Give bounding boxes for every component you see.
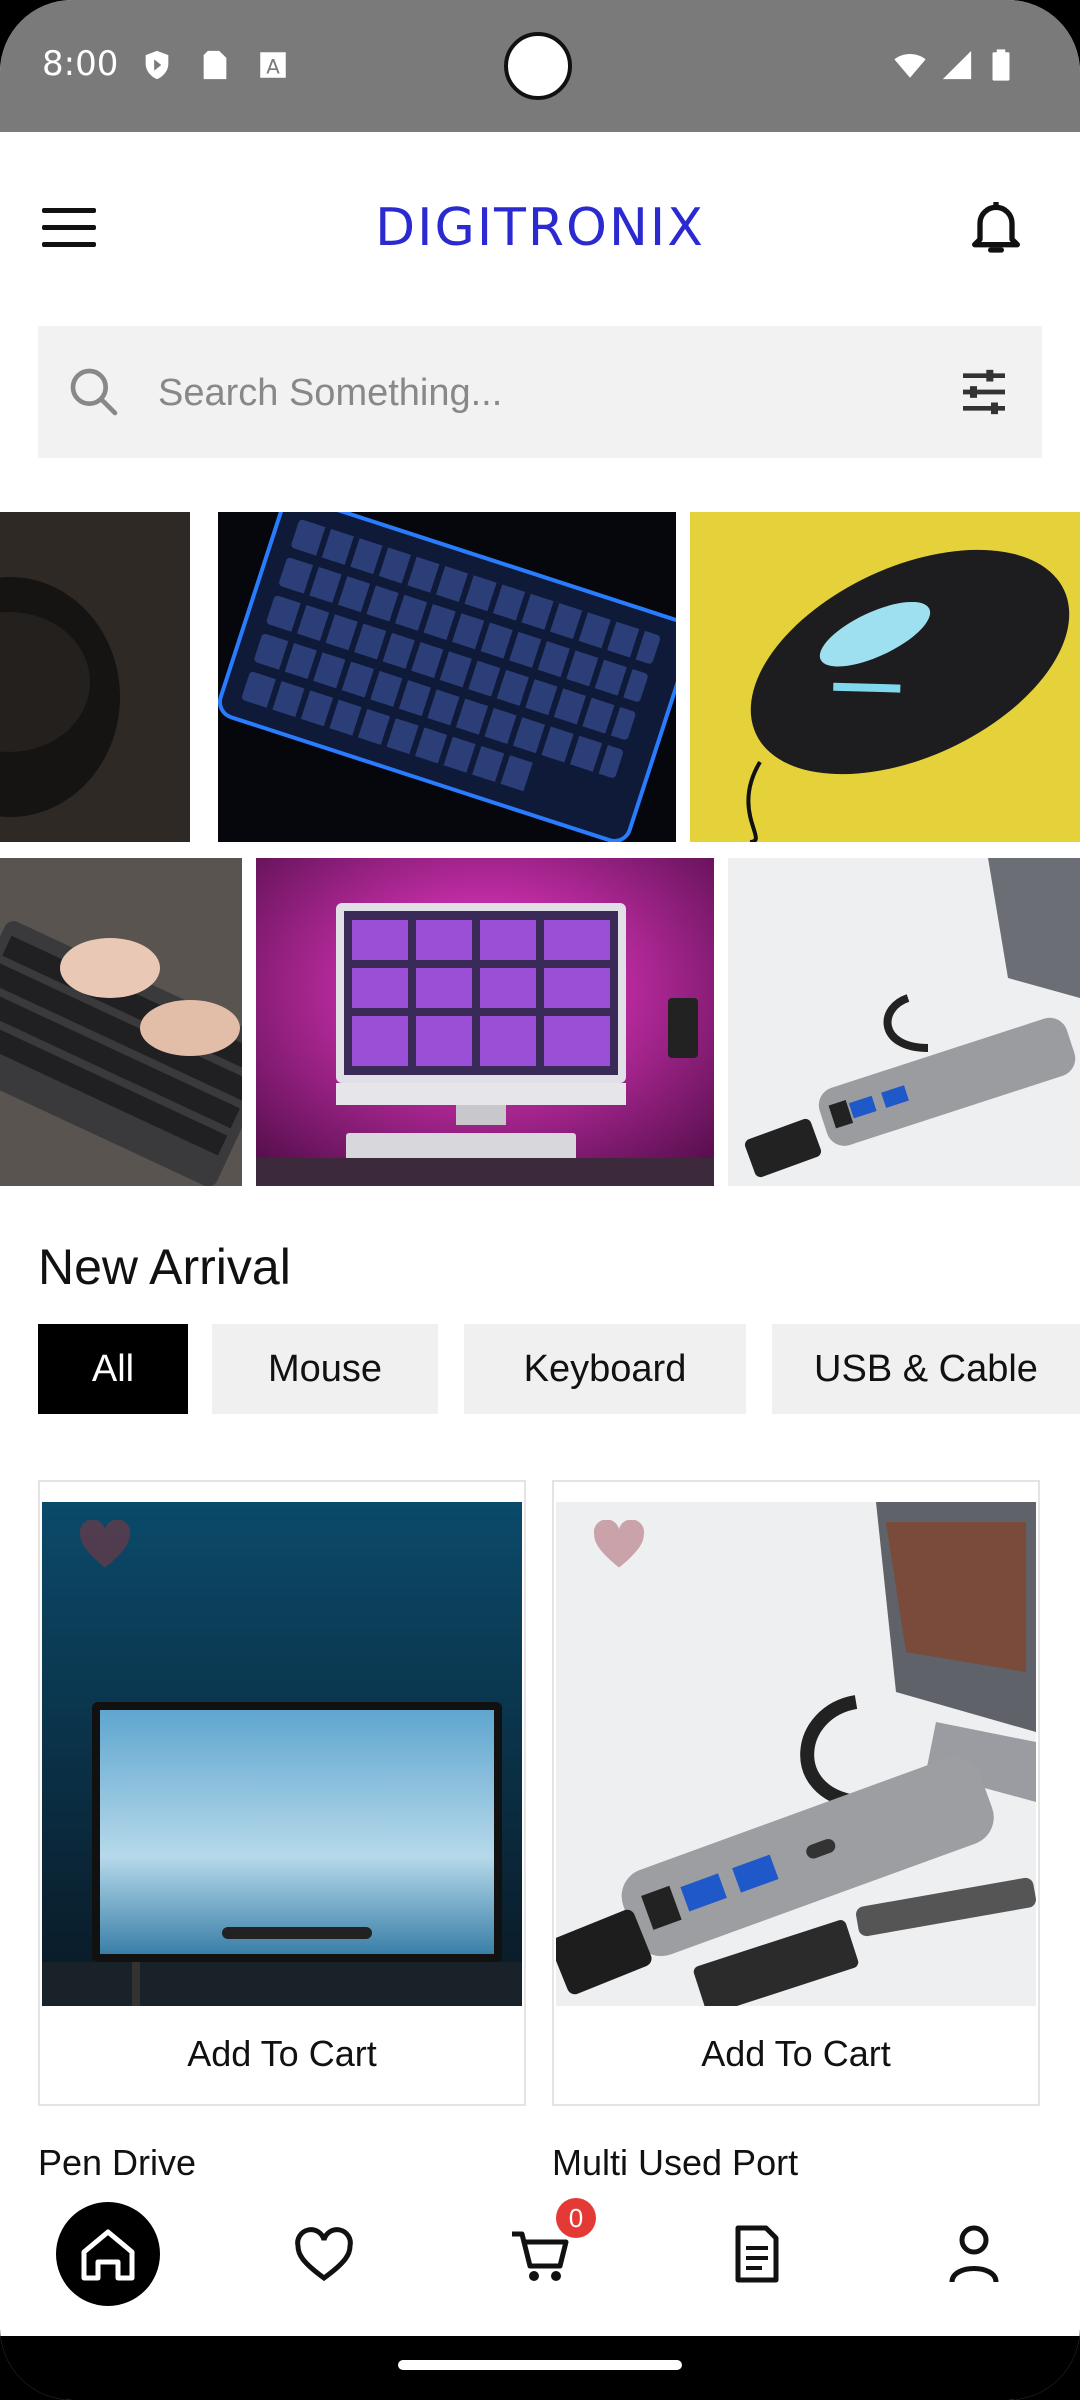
home-indicator[interactable] — [398, 2360, 682, 2370]
add-to-cart-button[interactable]: Add To Cart — [554, 2004, 1038, 2104]
gallery-tile-mouse-yellow[interactable] — [690, 512, 1080, 842]
heart-icon[interactable] — [592, 1520, 646, 1570]
search-icon[interactable] — [66, 364, 122, 420]
front-camera — [504, 32, 572, 100]
chip-keyboard[interactable]: Keyboard — [464, 1324, 746, 1414]
product-name: Multi Used Port — [552, 2142, 799, 2183]
mouse-dark-image — [0, 512, 190, 842]
gallery-tile-hands-keyboard[interactable] — [0, 858, 242, 1186]
shield-icon — [145, 50, 169, 80]
hands-keyboard-image — [0, 858, 242, 1186]
svg-text:A: A — [266, 56, 280, 79]
status-bar: 8:00 A — [0, 0, 1080, 132]
app-screen: 8:00 A DIGITRONIX Search Something... Ne… — [0, 0, 1080, 2400]
product-card[interactable]: Add To Cart — [552, 1480, 1040, 2106]
chip-mouse[interactable]: Mouse — [212, 1324, 438, 1414]
nav-orders[interactable] — [704, 2202, 808, 2306]
heart-icon — [295, 2227, 353, 2282]
bottom-navigation — [0, 2180, 1080, 2330]
mouse-yellow-image — [690, 512, 1080, 842]
keyboard-image — [218, 512, 676, 842]
add-to-cart-button[interactable]: Add To Cart — [40, 2004, 524, 2104]
battery-icon — [992, 49, 1010, 81]
chip-usb-cable[interactable]: USB & Cable — [772, 1324, 1080, 1414]
profile-icon — [949, 2225, 999, 2283]
gallery-tile-usb-hub[interactable] — [728, 858, 1080, 1186]
wifi-icon — [894, 54, 926, 78]
gallery-tile-mouse-dark[interactable] — [0, 512, 190, 842]
signal-icon — [942, 50, 972, 80]
home-icon — [81, 2229, 135, 2281]
product-card[interactable]: Add To Cart — [38, 1480, 526, 2106]
gesture-area — [0, 2336, 1080, 2400]
cart-count-badge: 0 — [556, 2198, 596, 2238]
orders-icon — [735, 2225, 779, 2283]
status-time: 8:00 — [42, 44, 119, 84]
nav-profile[interactable] — [922, 2202, 1026, 2306]
imac-image — [256, 858, 714, 1186]
usb-hub-image — [728, 858, 1080, 1186]
product-name: Pen Drive — [38, 2142, 197, 2183]
brand-logo: DIGITRONIX — [375, 198, 705, 258]
bell-icon[interactable] — [964, 194, 1028, 258]
filter-icon[interactable] — [956, 364, 1012, 420]
chip-all[interactable]: All — [38, 1324, 188, 1414]
search-input[interactable] — [156, 356, 940, 430]
app-header: DIGITRONIX — [0, 132, 1080, 322]
sim-card-icon — [203, 50, 227, 80]
heart-icon[interactable] — [78, 1520, 132, 1570]
nav-home[interactable] — [56, 2202, 160, 2306]
font-icon: A — [260, 52, 286, 79]
gallery-tile-imac[interactable] — [256, 858, 714, 1186]
product-image[interactable] — [556, 1502, 1036, 2006]
gallery-tile-keyboard[interactable] — [218, 512, 676, 842]
search-bar — [38, 326, 1042, 458]
section-title: New Arrival — [38, 1239, 291, 1295]
product-image[interactable] — [42, 1502, 522, 2006]
nav-wishlist[interactable] — [272, 2202, 376, 2306]
usb-hub-product-image — [556, 1502, 1036, 2006]
monitor-image — [42, 1502, 522, 2006]
